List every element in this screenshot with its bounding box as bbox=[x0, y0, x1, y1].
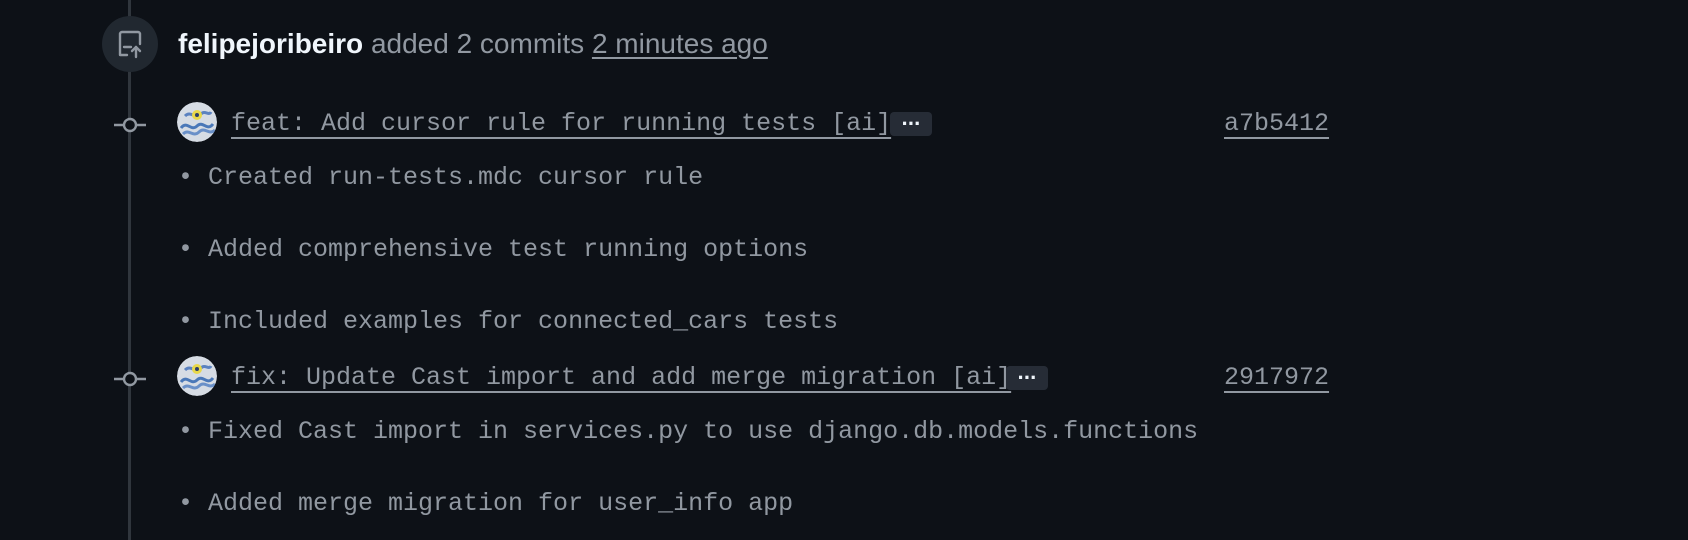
commit-sha-link[interactable]: a7b5412 bbox=[1224, 107, 1329, 141]
avatar[interactable] bbox=[177, 356, 217, 396]
commit-description-line: • Added merge migration for user_info ap… bbox=[178, 489, 794, 518]
commit-expand-button[interactable]: ··· bbox=[890, 112, 932, 136]
commit-sha-link[interactable]: 2917972 bbox=[1224, 361, 1329, 395]
event-time-link[interactable]: 2 minutes ago bbox=[592, 28, 768, 59]
commit-message-link[interactable]: feat: Add cursor rule for running tests … bbox=[231, 107, 891, 141]
commit-expand-button[interactable]: ··· bbox=[1006, 366, 1048, 390]
commit-description-line: • Fixed Cast import in services.py to us… bbox=[178, 417, 1199, 446]
commit-node-icon bbox=[113, 115, 147, 135]
commit-description-line: • Included examples for connected_cars t… bbox=[178, 307, 839, 336]
commit-node-icon bbox=[113, 369, 147, 389]
commit-message-link[interactable]: fix: Update Cast import and add merge mi… bbox=[231, 361, 1011, 395]
event-action-text: added 2 commits bbox=[370, 28, 585, 59]
commit-description-line: • Added comprehensive test running optio… bbox=[178, 235, 809, 264]
avatar[interactable] bbox=[177, 102, 217, 142]
event-author-link[interactable]: felipejoribeiro bbox=[178, 28, 363, 59]
commit-description-line: • Created run-tests.mdc cursor rule bbox=[178, 163, 704, 192]
event-header: felipejoribeiro added 2 commits 2 minute… bbox=[178, 24, 768, 64]
timeline-line bbox=[128, 0, 131, 540]
push-event-badge bbox=[102, 16, 158, 72]
repo-push-icon bbox=[118, 30, 142, 59]
